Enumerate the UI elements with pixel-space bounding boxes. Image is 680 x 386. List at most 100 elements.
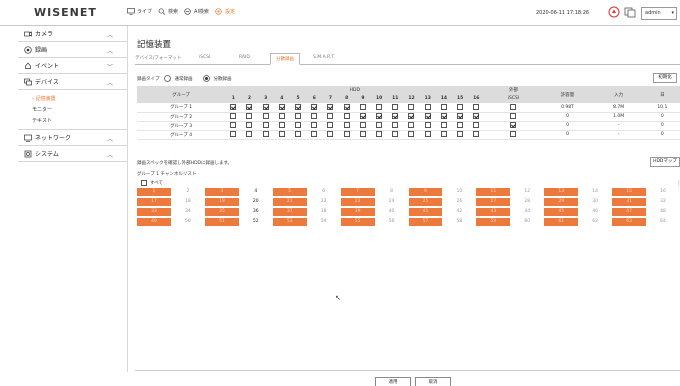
channel-cell[interactable]: 43 (476, 208, 511, 216)
notification-icon[interactable] (624, 6, 636, 18)
hdd-map-button[interactable]: HDDマップ (650, 157, 680, 167)
hdd-checkbox[interactable] (295, 131, 302, 138)
channel-cell[interactable]: 56 (375, 218, 409, 226)
channel-cell[interactable]: 23 (340, 198, 375, 206)
channel-cell[interactable]: 52 (239, 218, 273, 226)
channel-cell[interactable]: 54 (307, 218, 341, 226)
channel-cell[interactable]: 28 (510, 198, 544, 206)
channel-cell[interactable]: 46 (578, 208, 612, 216)
hdd-checkbox[interactable] (376, 113, 383, 120)
hdd-checkbox[interactable] (440, 122, 447, 129)
user-dropdown[interactable]: admin ▾ (641, 7, 677, 20)
channel-cell[interactable]: 5 (272, 188, 307, 196)
nav-search[interactable]: 検索 (158, 8, 178, 15)
channel-cell[interactable]: 33 (137, 208, 171, 216)
channel-cell[interactable]: 22 (307, 198, 341, 206)
channel-cell[interactable]: 20 (239, 198, 273, 206)
hdd-checkbox[interactable] (278, 122, 285, 129)
hdd-checkbox[interactable] (295, 113, 302, 120)
channel-cell[interactable]: 53 (272, 218, 307, 226)
iscsi-checkbox[interactable] (510, 113, 517, 120)
channel-cell[interactable]: 44 (510, 208, 544, 216)
hdd-checkbox[interactable] (408, 113, 415, 120)
radio-split-record[interactable] (202, 75, 210, 82)
channel-cell[interactable]: 51 (204, 218, 239, 226)
channel-cell[interactable]: 59 (476, 218, 511, 226)
sidebar-section-device[interactable]: デバイス ︿ (18, 74, 127, 90)
channel-cell[interactable]: 40 (375, 208, 409, 216)
channel-cell[interactable]: 13 (544, 188, 579, 196)
channel-cell[interactable]: 64 (646, 218, 680, 226)
hdd-checkbox[interactable] (262, 104, 269, 110)
hdd-checkbox[interactable] (424, 104, 431, 110)
hdd-checkbox[interactable] (457, 104, 464, 110)
channel-cell[interactable]: 58 (442, 218, 476, 226)
hdd-checkbox[interactable] (376, 104, 383, 110)
hdd-checkbox[interactable] (473, 131, 480, 138)
tab-raid[interactable]: RAID (239, 55, 250, 60)
hdd-checkbox[interactable] (408, 122, 415, 129)
hdd-checkbox[interactable] (457, 113, 464, 120)
hdd-checkbox[interactable] (473, 104, 480, 110)
channel-cell[interactable]: 25 (408, 198, 443, 206)
channel-cell[interactable]: 11 (476, 188, 511, 196)
channel-cell[interactable]: 27 (476, 198, 511, 206)
hdd-checkbox[interactable] (343, 113, 350, 120)
hdd-checkbox[interactable] (376, 131, 383, 138)
channel-cell[interactable]: 17 (137, 198, 171, 206)
channel-cell[interactable]: 2 (171, 188, 205, 196)
hdd-checkbox[interactable] (311, 122, 318, 129)
hdd-checkbox[interactable] (327, 113, 334, 120)
channel-cell[interactable]: 55 (340, 218, 375, 226)
sidebar-section-network[interactable]: ネットワーク ︿ (18, 130, 127, 146)
hdd-checkbox[interactable] (262, 122, 269, 129)
hdd-checkbox[interactable] (311, 104, 318, 110)
channel-cell[interactable]: 50 (171, 218, 205, 226)
hdd-checkbox[interactable] (392, 122, 399, 129)
channel-cell[interactable]: 36 (239, 208, 273, 216)
channel-cell[interactable]: 60 (510, 218, 544, 226)
channel-cell[interactable]: 45 (544, 208, 579, 216)
channel-cell[interactable]: 7 (340, 188, 375, 196)
channel-cell[interactable]: 30 (578, 198, 612, 206)
hdd-checkbox[interactable] (408, 104, 415, 110)
hdd-checkbox[interactable] (392, 104, 399, 110)
channel-cell[interactable]: 8 (375, 188, 409, 196)
channel-cell[interactable]: 18 (171, 198, 205, 206)
hdd-checkbox[interactable] (278, 113, 285, 120)
nav-settings[interactable]: 設定 (215, 8, 235, 15)
sidebar-section-event[interactable]: イベント ﹀ (18, 58, 127, 74)
hdd-checkbox[interactable] (359, 113, 366, 120)
hdd-checkbox[interactable] (295, 122, 302, 129)
hdd-checkbox[interactable] (457, 122, 464, 129)
channel-cell[interactable]: 34 (171, 208, 205, 216)
channel-cell[interactable]: 61 (544, 218, 579, 226)
tab-smart[interactable]: S.M.A.R.T (313, 55, 334, 60)
sidebar-item-storage[interactable]: › 記憶装置 (18, 92, 127, 103)
hdd-checkbox[interactable] (311, 131, 318, 138)
hdd-checkbox[interactable] (424, 113, 431, 120)
iscsi-checkbox[interactable] (510, 122, 517, 129)
hdd-checkbox[interactable] (246, 113, 253, 120)
channel-cell[interactable]: 38 (307, 208, 341, 216)
hdd-checkbox[interactable] (327, 104, 334, 110)
hdd-checkbox[interactable] (246, 131, 253, 138)
hdd-checkbox[interactable] (392, 113, 399, 120)
channel-cell[interactable]: 15 (612, 188, 647, 196)
channel-cell[interactable]: 4 (239, 188, 273, 196)
channel-cell[interactable]: 6 (307, 188, 341, 196)
hdd-checkbox[interactable] (327, 131, 334, 138)
hdd-checkbox[interactable] (230, 131, 237, 138)
hdd-checkbox[interactable] (262, 131, 269, 138)
hdd-checkbox[interactable] (440, 113, 447, 120)
channel-cell[interactable]: 19 (204, 198, 239, 206)
channel-cell[interactable]: 41 (408, 208, 443, 216)
iscsi-checkbox[interactable] (510, 131, 517, 138)
sidebar-section-system[interactable]: システム ︿ (18, 146, 127, 162)
channel-cell[interactable]: 29 (544, 198, 579, 206)
hdd-checkbox[interactable] (359, 122, 366, 129)
channel-cell[interactable]: 14 (578, 188, 612, 196)
hdd-checkbox[interactable] (440, 131, 447, 138)
hdd-checkbox[interactable] (343, 131, 350, 138)
hdd-checkbox[interactable] (230, 113, 237, 120)
